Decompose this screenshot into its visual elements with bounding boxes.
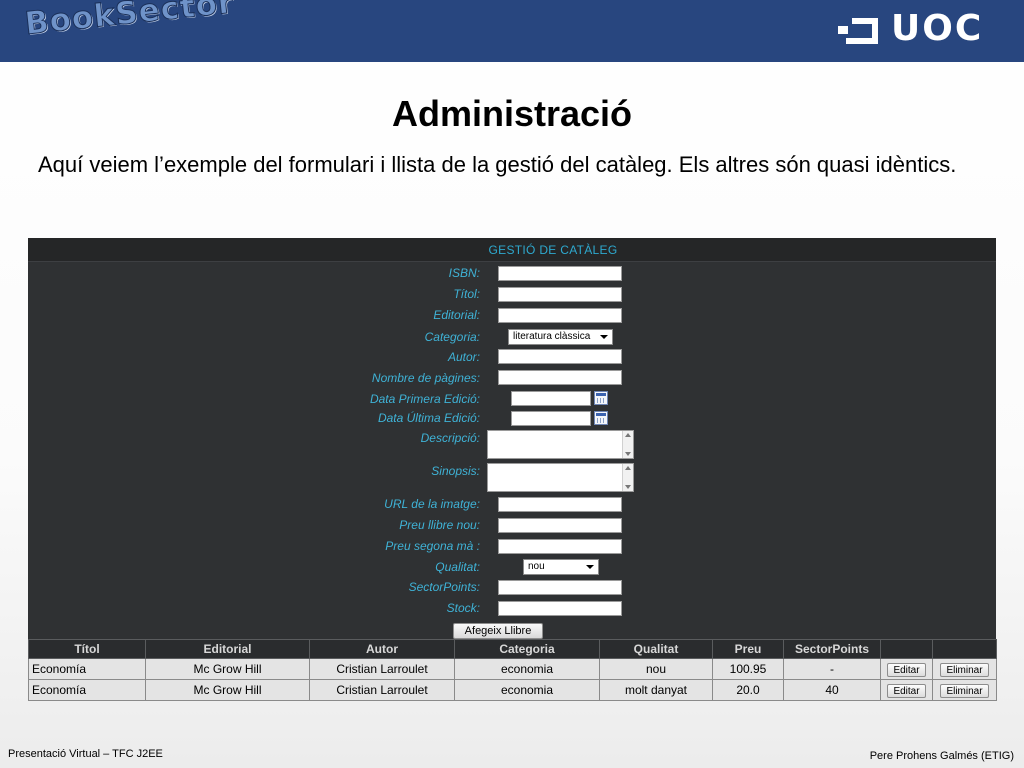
descripcio-label: Descripció: — [420, 431, 480, 445]
textarea-scrollbar[interactable] — [622, 464, 633, 491]
table-header-row: Títol Editorial Autor Categoria Qualitat… — [28, 639, 997, 659]
cell-preu: 100.95 — [712, 658, 784, 680]
cell-editorial: Mc Grow Hill — [145, 658, 310, 680]
slide-title: Administració — [391, 93, 633, 134]
col-header-delete — [932, 639, 997, 659]
col-header-preu[interactable]: Preu — [712, 639, 784, 659]
col-header-sectorpoints[interactable]: SectorPoints — [783, 639, 881, 659]
col-header-autor[interactable]: Autor — [309, 639, 455, 659]
cell-delete: Eliminar — [932, 658, 997, 680]
qualitat-label: Qualitat: — [435, 560, 480, 574]
catalog-admin-screenshot: GESTIÓ DE CATÀLEG ISBN: Títol: Editorial… — [28, 238, 997, 701]
editorial-input[interactable] — [498, 308, 622, 323]
cell-categoria: economia — [454, 679, 600, 701]
data-ultima-label: Data Última Edició: — [377, 411, 480, 425]
editorial-label: Editorial: — [433, 308, 480, 322]
isbn-input[interactable] — [498, 266, 622, 281]
pagines-label: Nombre de pàgines: — [371, 371, 480, 385]
autor-input[interactable] — [498, 349, 622, 364]
delete-button[interactable]: Eliminar — [940, 662, 989, 677]
footer-right: Pere Prohens Galmés (ETIG) — [869, 750, 1014, 762]
col-header-editorial[interactable]: Editorial — [145, 639, 310, 659]
preu-nou-input[interactable] — [498, 518, 622, 533]
slide-intro: Aquí veiem l’exemple del formulari i lli… — [38, 152, 957, 177]
header-bar: BookSector UOC — [0, 0, 1024, 62]
categoria-label: Categoria: — [424, 330, 480, 344]
table-row: Economía Mc Grow Hill Cristian Larroulet… — [28, 679, 997, 701]
stock-label: Stock: — [446, 601, 480, 615]
cell-titol: Economía — [28, 679, 146, 701]
titol-input[interactable] — [498, 287, 622, 302]
booksector-logo: BookSector — [23, 0, 237, 43]
stock-input[interactable] — [498, 601, 622, 616]
footer-left: Presentació Virtual – TFC J2EE — [8, 748, 163, 760]
autor-label: Autor: — [447, 350, 480, 364]
scroll-up-icon — [625, 466, 631, 470]
preu-segona-label: Preu segona mà : — [385, 539, 480, 553]
col-header-titol[interactable]: Títol — [28, 639, 146, 659]
categoria-selected: literatura clàssica — [513, 331, 591, 342]
qualitat-selected: nou — [528, 561, 545, 572]
edit-button[interactable]: Editar — [887, 683, 926, 698]
data-primera-input[interactable] — [511, 391, 591, 406]
cell-categoria: economia — [454, 658, 600, 680]
scroll-up-icon — [625, 433, 631, 437]
preu-segona-input[interactable] — [498, 539, 622, 554]
scroll-down-icon — [625, 452, 631, 456]
cell-editorial: Mc Grow Hill — [145, 679, 310, 701]
pagines-input[interactable] — [498, 370, 622, 385]
calendar-icon[interactable] — [594, 411, 608, 425]
textarea-scrollbar[interactable] — [622, 431, 633, 458]
panel-title: GESTIÓ DE CATÀLEG — [488, 243, 618, 257]
cell-titol: Economía — [28, 658, 146, 680]
col-header-qualitat[interactable]: Qualitat — [599, 639, 713, 659]
add-book-button[interactable]: Afegeix Llibre — [453, 623, 543, 639]
chevron-down-icon — [586, 565, 594, 569]
isbn-label: ISBN: — [448, 266, 480, 280]
cell-autor: Cristian Larroulet — [309, 658, 455, 680]
data-primera-label: Data Primera Edició: — [369, 392, 480, 406]
qualitat-select[interactable]: nou — [523, 559, 599, 575]
uoc-logo-text: UOC — [891, 8, 984, 49]
url-imatge-input[interactable] — [498, 497, 622, 512]
sectorpoints-input[interactable] — [498, 580, 622, 595]
catalog-table: Títol Editorial Autor Categoria Qualitat… — [28, 639, 997, 701]
table-row: Economía Mc Grow Hill Cristian Larroulet… — [28, 658, 997, 680]
chevron-down-icon — [600, 335, 608, 339]
scroll-down-icon — [625, 485, 631, 489]
calendar-icon[interactable] — [594, 391, 608, 405]
categoria-select[interactable]: literatura clàssica — [508, 329, 613, 345]
delete-button[interactable]: Eliminar — [940, 683, 989, 698]
data-ultima-input[interactable] — [511, 411, 591, 426]
cell-sectorpoints: - — [783, 658, 881, 680]
panel-header: GESTIÓ DE CATÀLEG — [28, 238, 996, 262]
url-imatge-label: URL de la imatge: — [384, 497, 480, 511]
sinopsis-textarea[interactable] — [487, 463, 634, 492]
col-header-edit — [880, 639, 933, 659]
cell-autor: Cristian Larroulet — [309, 679, 455, 701]
edit-button[interactable]: Editar — [887, 662, 926, 677]
cell-qualitat: molt danyat — [599, 679, 713, 701]
cell-sectorpoints: 40 — [783, 679, 881, 701]
sinopsis-label: Sinopsis: — [431, 464, 480, 478]
cell-edit: Editar — [880, 679, 933, 701]
cell-edit: Editar — [880, 658, 933, 680]
col-header-categoria[interactable]: Categoria — [454, 639, 600, 659]
titol-label: Títol: — [453, 287, 480, 301]
descripcio-textarea[interactable] — [487, 430, 634, 459]
cell-delete: Eliminar — [932, 679, 997, 701]
sectorpoints-label: SectorPoints: — [408, 580, 480, 594]
cell-preu: 20.0 — [712, 679, 784, 701]
preu-nou-label: Preu llibre nou: — [399, 518, 480, 532]
cell-qualitat: nou — [599, 658, 713, 680]
